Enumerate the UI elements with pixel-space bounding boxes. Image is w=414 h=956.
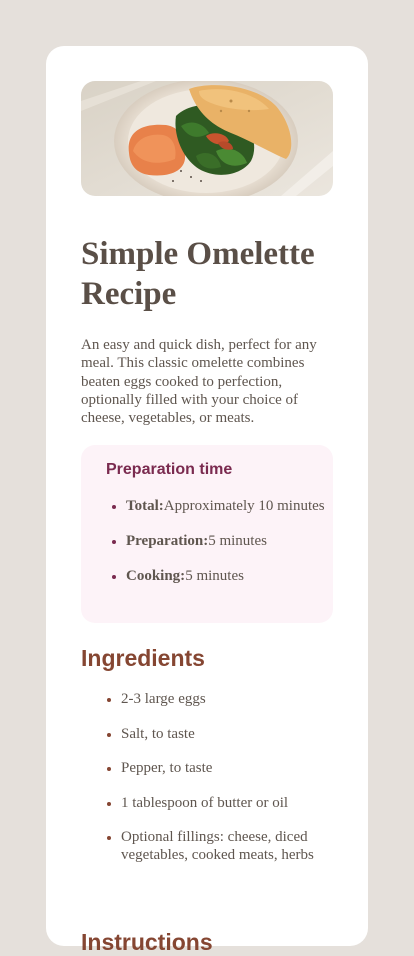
preparation-time-box: Preparation time Total:Approximately 10 …: [81, 445, 333, 623]
preparation-time-heading: Preparation time: [106, 461, 233, 478]
list-item: 2-3 large eggs: [121, 690, 371, 708]
prep-item-value: Approximately 10 minutes: [163, 498, 325, 514]
prep-item-preparation: Preparation:5 minutes: [126, 532, 336, 550]
ingredients-heading: Ingredients: [81, 645, 205, 671]
ingredients-list: 2-3 large eggs Salt, to taste Pepper, to…: [81, 690, 371, 881]
instructions-heading: Instructions: [81, 929, 213, 955]
prep-item-total: Total:Approximately 10 minutes: [126, 497, 336, 515]
recipe-title: Simple Omelette Recipe: [81, 236, 315, 312]
recipe-card: Simple Omelette Recipe An easy and quick…: [46, 46, 371, 955]
recipe-image: [81, 81, 333, 196]
prep-item-label: Preparation:: [126, 533, 209, 549]
prep-item-cooking: Cooking:5 minutes: [126, 567, 336, 585]
list-item: 1 tablespoon of butter or oil: [121, 794, 371, 812]
prep-item-value: 5 minutes: [208, 533, 267, 549]
prep-item-label: Total:: [126, 498, 164, 514]
list-item: Pepper, to taste: [121, 759, 371, 777]
preparation-time-list: Total:Approximately 10 minutes Preparati…: [106, 497, 336, 602]
recipe-description: An easy and quick dish, perfect for any …: [81, 337, 317, 427]
list-item: Optional fillings: cheese, diced vegetab…: [121, 828, 371, 864]
list-item: Salt, to taste: [121, 725, 371, 743]
omelette-photo: [81, 81, 333, 196]
prep-item-value: 5 minutes: [185, 568, 244, 584]
prep-item-label: Cooking:: [126, 568, 186, 584]
